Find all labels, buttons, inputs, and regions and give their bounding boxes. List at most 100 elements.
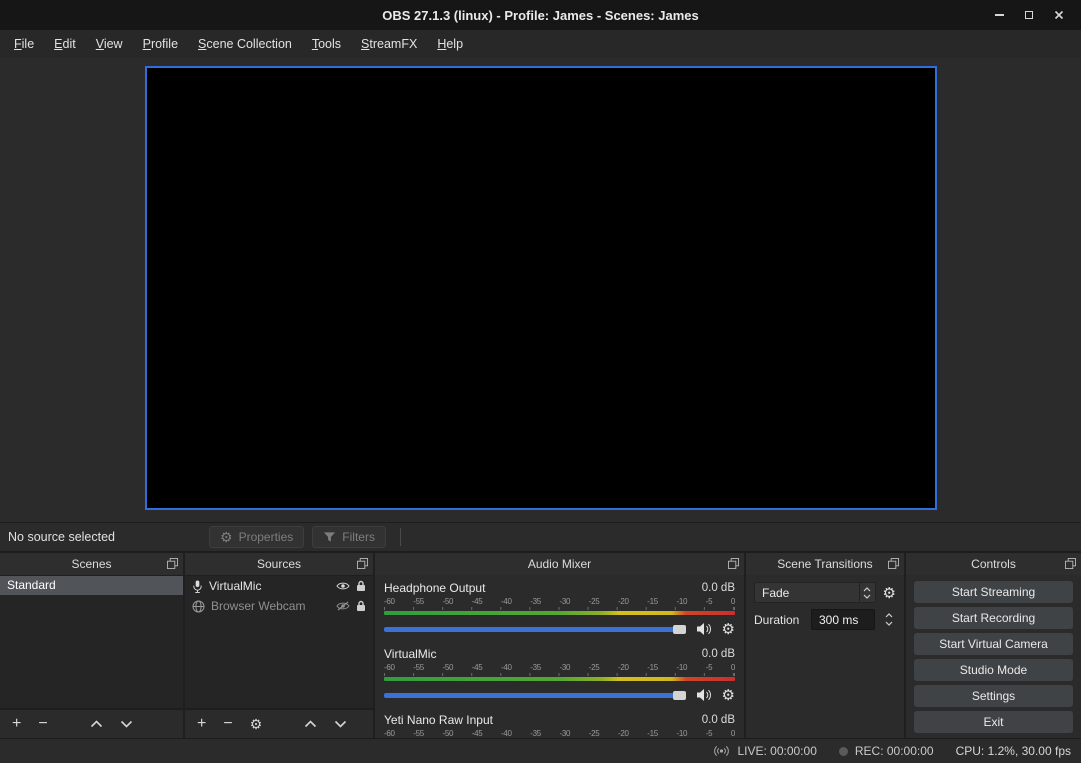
remove-scene-button[interactable]: − [38, 716, 47, 732]
dock-popout-icon[interactable] [167, 558, 178, 569]
lock-toggle[interactable] [356, 600, 366, 612]
menu-scene-collection[interactable]: Scene Collection [188, 32, 302, 56]
preview-canvas[interactable] [145, 66, 937, 510]
meter-tick-label: -60 [384, 597, 395, 606]
visibility-toggle[interactable] [336, 581, 350, 591]
move-scene-up-button[interactable] [90, 720, 103, 728]
add-scene-button[interactable]: + [12, 716, 21, 732]
menu-file[interactable]: File [4, 32, 44, 56]
meter-tick-label: -25 [589, 663, 600, 672]
transition-select-spinner[interactable] [859, 583, 875, 602]
maximize-icon [1025, 11, 1033, 19]
source-toolbar: No source selected ⚙ Properties Filters [0, 522, 1081, 552]
controls-dock-header: Controls [906, 553, 1081, 575]
filter-icon [323, 531, 336, 543]
exit-button[interactable]: Exit [914, 711, 1073, 733]
chevron-up-icon [863, 587, 871, 592]
meter-tick-label: -10 [677, 597, 688, 606]
transition-properties-button[interactable]: ⚙ [883, 584, 896, 602]
meter-tick-label: -35 [530, 597, 541, 606]
gear-icon[interactable]: ⚙ [722, 620, 735, 638]
microphone-icon [192, 580, 203, 593]
rec-status: REC: 00:00:00 [839, 744, 934, 758]
maximize-button[interactable] [1023, 9, 1035, 21]
scenes-dock: Scenes Standard + − [0, 553, 185, 738]
meter-tick-label: -30 [560, 729, 571, 738]
gear-icon[interactable]: ⚙ [722, 686, 735, 704]
chevron-down-icon [120, 720, 133, 728]
duration-stepper[interactable] [882, 613, 896, 626]
live-time: LIVE: 00:00:00 [737, 744, 816, 758]
menu-profile[interactable]: Profile [133, 32, 188, 56]
mixer-channel-level: 0.0 dB [702, 714, 735, 726]
dock-popout-icon[interactable] [357, 558, 368, 569]
gear-icon: ⚙ [220, 530, 233, 544]
rec-time: REC: 00:00:00 [855, 744, 934, 758]
volume-slider-handle[interactable] [673, 625, 686, 634]
studio-mode-button[interactable]: Studio Mode [914, 659, 1073, 681]
properties-button[interactable]: ⚙ Properties [209, 526, 304, 548]
start-recording-button[interactable]: Start Recording [914, 607, 1073, 629]
settings-button[interactable]: Settings [914, 685, 1073, 707]
mixer-channel-name: Yeti Nano Raw Input [384, 713, 493, 727]
volume-slider[interactable] [384, 621, 686, 637]
menu-streamfx[interactable]: StreamFX [351, 32, 427, 56]
menu-tools[interactable]: Tools [302, 32, 351, 56]
meter-tick-label: -35 [530, 729, 541, 738]
audio-mixer-dock-header: Audio Mixer [375, 553, 744, 575]
eye-icon [336, 581, 350, 591]
chevron-up-icon [90, 720, 103, 728]
scene-transitions-dock-header: Scene Transitions [746, 553, 904, 575]
move-source-up-button[interactable] [304, 720, 317, 728]
globe-icon [192, 600, 205, 613]
meter-tick-label: -20 [618, 597, 629, 606]
add-source-button[interactable]: + [197, 716, 206, 732]
mute-toggle[interactable] [696, 622, 712, 636]
close-button[interactable] [1053, 9, 1065, 21]
mute-toggle[interactable] [696, 688, 712, 702]
meter-tick-label: -5 [706, 729, 713, 738]
chevron-up-icon [885, 613, 893, 618]
duration-value: 300 ms [819, 613, 858, 627]
meter-tick-label: -10 [677, 663, 688, 672]
dock-popout-icon[interactable] [888, 558, 899, 569]
dock-popout-icon[interactable] [728, 558, 739, 569]
menu-edit[interactable]: Edit [44, 32, 86, 56]
start-streaming-button[interactable]: Start Streaming [914, 581, 1073, 603]
mixer-channel-yeti-nano: Yeti Nano Raw Input 0.0 dB -60-55-50-45-… [384, 712, 735, 738]
source-item-virtualmic[interactable]: VirtualMic [185, 576, 373, 596]
visibility-toggle[interactable] [336, 601, 350, 611]
minimize-button[interactable] [993, 9, 1005, 21]
audio-mixer-dock-title: Audio Mixer [528, 557, 591, 571]
meter-tick-label: -5 [706, 663, 713, 672]
duration-input[interactable]: 300 ms [811, 609, 875, 630]
meter-tick-marks [384, 673, 735, 676]
dock-row: Scenes Standard + − Sources [0, 552, 1081, 738]
volume-slider[interactable] [384, 687, 686, 703]
window-title: OBS 27.1.3 (linux) - Profile: James - Sc… [0, 8, 1081, 23]
meter-tick-label: -10 [677, 729, 688, 738]
start-virtual-camera-button[interactable]: Start Virtual Camera [914, 633, 1073, 655]
meter-tick-labels: -60-55-50-45-40-35-30-25-20-15-10-50 [384, 597, 735, 606]
rec-indicator-icon [839, 747, 848, 756]
lock-toggle[interactable] [356, 580, 366, 592]
menu-view[interactable]: View [86, 32, 133, 56]
mixer-channel-name: Headphone Output [384, 581, 485, 595]
remove-source-button[interactable]: − [223, 716, 232, 732]
mixer-channel-headphone-output: Headphone Output 0.0 dB -60-55-50-45-40-… [384, 580, 735, 638]
source-properties-button[interactable]: ⚙ [250, 717, 263, 731]
move-scene-down-button[interactable] [120, 720, 133, 728]
menubar: File Edit View Profile Scene Collection … [0, 30, 1081, 58]
menu-help[interactable]: Help [427, 32, 473, 56]
dock-popout-icon[interactable] [1065, 558, 1076, 569]
filters-button[interactable]: Filters [312, 526, 386, 548]
scene-transitions-dock-title: Scene Transitions [777, 557, 872, 571]
source-item-browser-webcam[interactable]: Browser Webcam [185, 596, 373, 616]
meter-tick-label: -50 [443, 597, 454, 606]
scene-item-standard[interactable]: Standard [0, 576, 183, 595]
volume-slider-handle[interactable] [673, 691, 686, 700]
transition-select[interactable]: Fade [754, 582, 876, 603]
move-source-down-button[interactable] [334, 720, 347, 728]
toolbar-separator [400, 528, 401, 546]
statusbar: LIVE: 00:00:00 REC: 00:00:00 CPU: 1.2%, … [0, 738, 1081, 763]
